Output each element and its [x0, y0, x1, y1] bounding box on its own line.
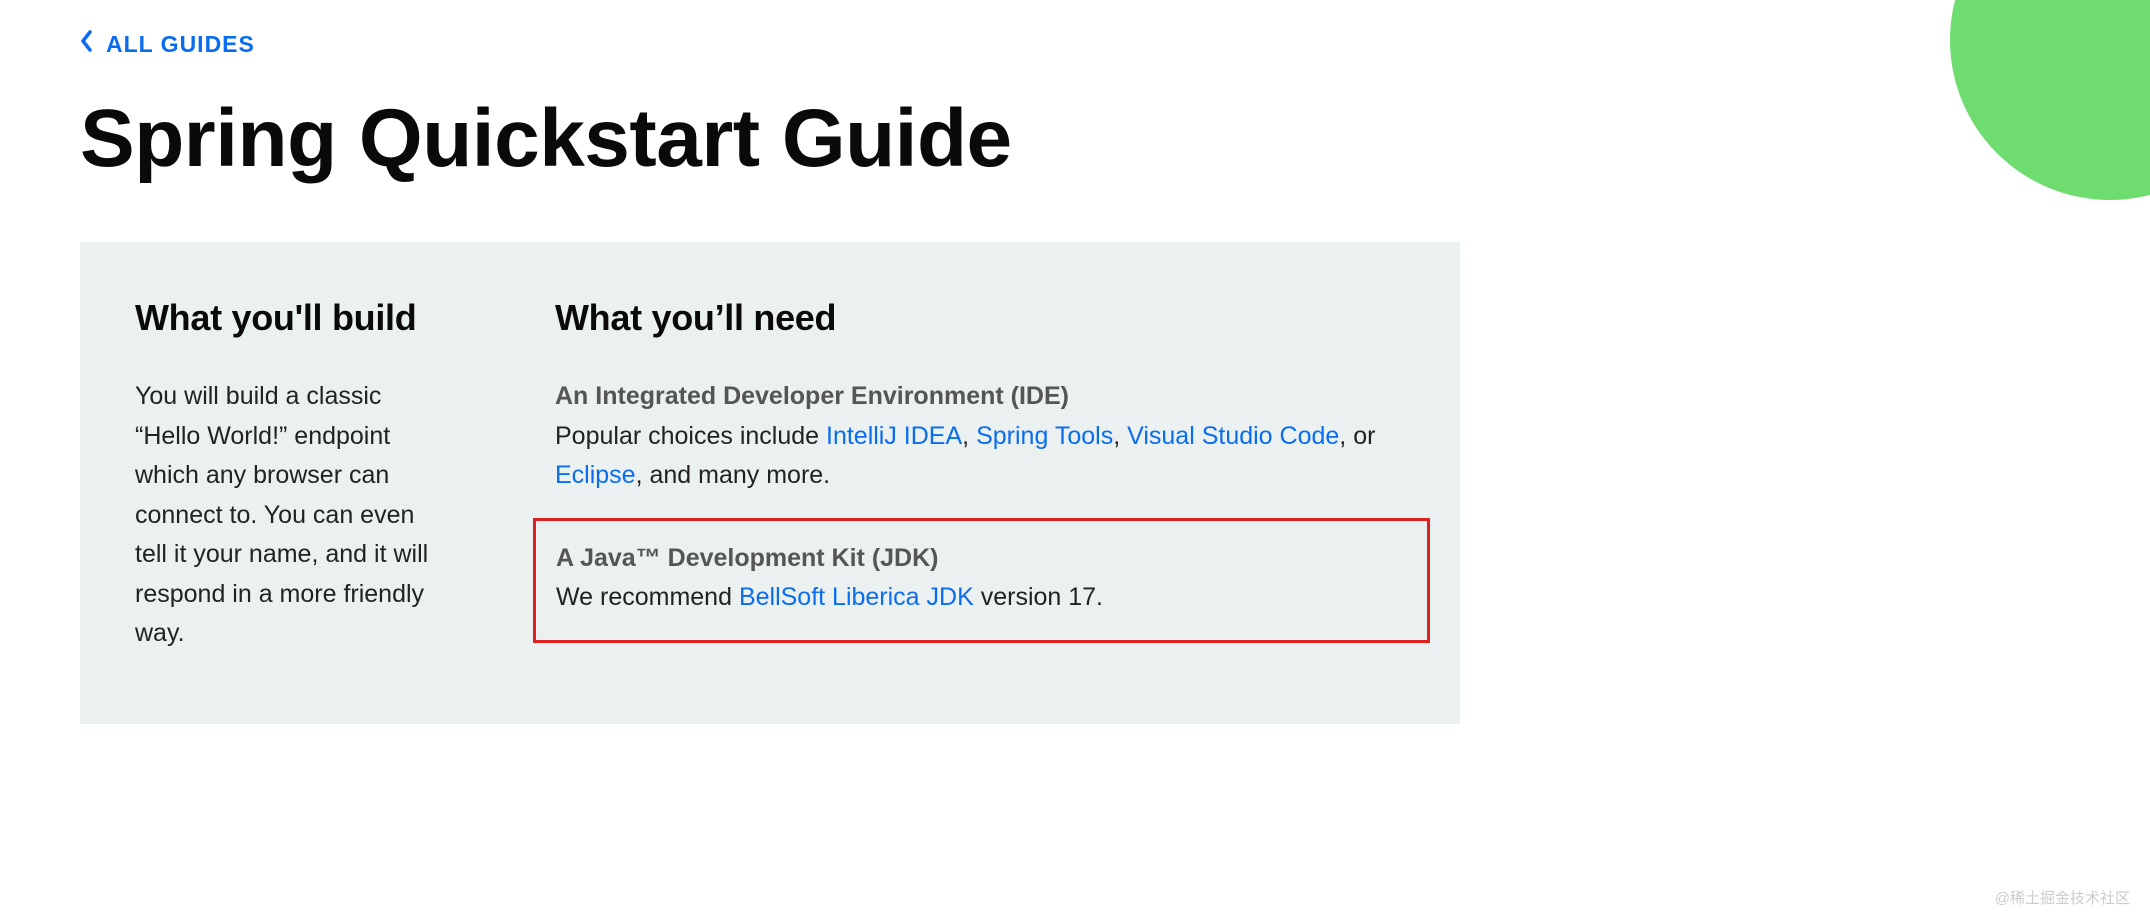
ide-sep1: , [962, 422, 976, 450]
all-guides-label: ALL GUIDES [106, 31, 255, 58]
need-heading: What you’ll need [555, 297, 1380, 339]
page-title: Spring Quickstart Guide [80, 96, 2070, 182]
jdk-text: We recommend BellSoft Liberica JDK versi… [556, 578, 1407, 618]
jdk-highlight-box: A Java™ Development Kit (JDK) We recomme… [533, 518, 1430, 643]
build-text: You will build a classic “Hello World!” … [135, 377, 445, 654]
bellsoft-link[interactable]: BellSoft Liberica JDK [739, 583, 974, 611]
build-column: What you'll build You will build a class… [80, 297, 500, 654]
watermark: @稀土掘金技术社区 [1995, 887, 2130, 908]
spring-tools-link[interactable]: Spring Tools [976, 422, 1113, 450]
ide-sep3: , or [1339, 422, 1375, 450]
ide-suffix: , and many more. [636, 461, 831, 489]
info-panel: What you'll build You will build a class… [80, 242, 1460, 724]
ide-block: An Integrated Developer Environment (IDE… [555, 377, 1380, 496]
vscode-link[interactable]: Visual Studio Code [1127, 422, 1339, 450]
eclipse-link[interactable]: Eclipse [555, 461, 636, 489]
all-guides-link[interactable]: ALL GUIDES [80, 30, 255, 58]
jdk-suffix: version 17. [974, 583, 1103, 611]
need-column: What you’ll need An Integrated Developer… [500, 297, 1460, 654]
jdk-title: A Java™ Development Kit (JDK) [556, 539, 1407, 579]
jdk-prefix: We recommend [556, 583, 739, 611]
ide-text: Popular choices include IntelliJ IDEA, S… [555, 417, 1380, 496]
ide-sep2: , [1113, 422, 1127, 450]
ide-title: An Integrated Developer Environment (IDE… [555, 377, 1380, 417]
intellij-link[interactable]: IntelliJ IDEA [826, 422, 962, 450]
ide-prefix: Popular choices include [555, 422, 826, 450]
content-wrapper: ALL GUIDES Spring Quickstart Guide What … [0, 0, 2150, 724]
build-heading: What you'll build [135, 297, 445, 339]
chevron-left-icon [80, 30, 92, 58]
